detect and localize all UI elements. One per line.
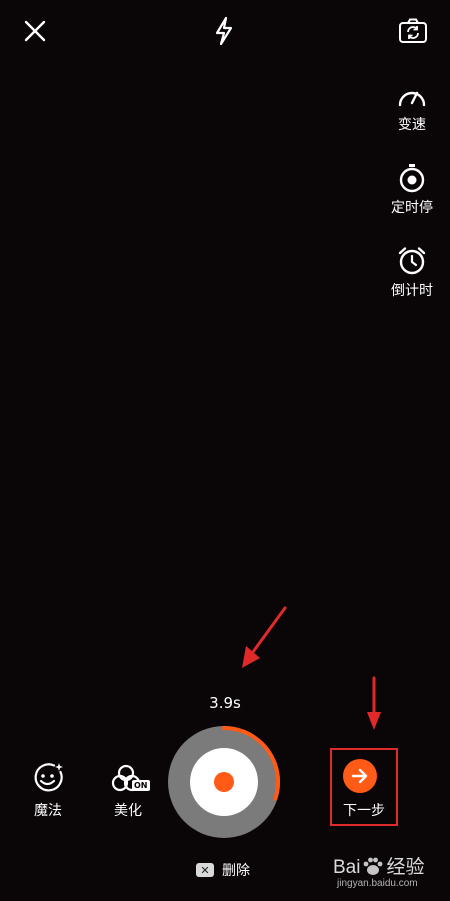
countdown-label: 倒计时 [391,283,433,299]
speed-option[interactable]: 变速 [382,84,442,134]
close-button[interactable] [20,16,50,46]
beautify-on-badge: ON [132,780,150,791]
next-step-button[interactable] [343,759,377,793]
flash-icon [215,16,233,46]
paw-logo-icon [364,857,383,875]
baidu-watermark: Bai 经验 jingyan.baidu.com [333,852,443,896]
countdown-icon [398,247,426,275]
timed-stop-option[interactable]: 定时停 [382,163,442,217]
record-progress-ring [168,726,280,838]
recording-timer: 3.9s [209,694,241,712]
timed-stop-icon [399,164,425,193]
magic-face-icon [34,763,63,792]
record-button[interactable] [167,725,281,839]
flip-camera-button[interactable] [396,15,430,47]
delete-label: 删除 [222,863,250,879]
annotation-arrow-icon [242,606,287,668]
countdown-option[interactable]: 倒计时 [382,246,442,300]
speed-label: 变速 [398,117,426,133]
next-step-label: 下一步 [343,803,385,819]
watermark-logo: Bai 经验 [333,857,425,878]
watermark-url: jingyan.baidu.com [337,878,418,889]
close-icon [24,20,46,42]
speed-icon [398,91,426,107]
magic-label: 魔法 [34,803,62,819]
timed-stop-label: 定时停 [391,200,433,216]
arrow-right-icon [351,768,368,784]
flash-button[interactable] [209,14,239,48]
beautify-label: 美化 [114,803,142,819]
delete-button[interactable]: ✕ 删除 [196,860,250,880]
beautify-button[interactable]: ON 美化 [108,762,150,820]
magic-button[interactable]: 魔法 [28,762,68,820]
flip-camera-icon [399,18,427,43]
delete-icon: ✕ [196,863,214,877]
record-dot [214,772,234,792]
